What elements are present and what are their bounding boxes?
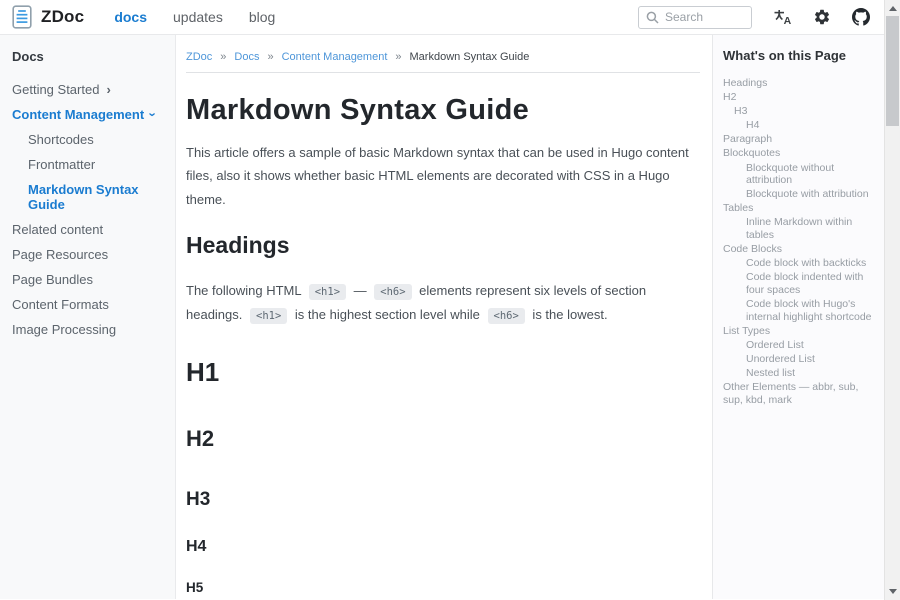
toc-item-blockquotes[interactable]: Blockquotes (723, 147, 880, 160)
intro-paragraph: This article offers a sample of basic Ma… (186, 141, 694, 211)
toc-item-code-block-with-backticks[interactable]: Code block with backticks (723, 257, 880, 270)
breadcrumb-zdoc[interactable]: ZDoc (186, 51, 212, 63)
toc-item-blockquote-without-attribution[interactable]: Blockquote without attribution (723, 162, 880, 187)
paragraph-text: — (350, 283, 370, 298)
sidebar-item-shortcodes[interactable]: Shortcodes (12, 127, 167, 152)
nav-item-updates[interactable]: updates (173, 9, 223, 25)
page: ZDoc docs updates blog A (0, 0, 884, 600)
sidebar-item-label: Page Bundles (12, 272, 93, 287)
sidebar-item-frontmatter[interactable]: Frontmatter (12, 152, 167, 177)
search-icon (646, 11, 659, 24)
heading-demos: H1H2H3H4H5H6 (186, 357, 700, 599)
settings-gear-icon[interactable] (813, 8, 831, 26)
sidebar-item-label: Page Resources (12, 247, 108, 262)
sidebar-item-image-processing[interactable]: Image Processing (12, 317, 167, 342)
sidebar-item-label: Image Processing (12, 322, 116, 337)
toc-item-list-types[interactable]: List Types (723, 325, 880, 338)
demo-heading-h5: H5 (186, 580, 700, 595)
toc-item-headings[interactable]: Headings (723, 77, 880, 90)
breadcrumb-separator: » (220, 51, 226, 63)
toc-item-h3[interactable]: H3 (723, 105, 880, 118)
top-right-controls: A (638, 6, 870, 29)
inline-code: <h6> (374, 284, 411, 300)
paragraph-text: is the highest section level while (291, 307, 483, 322)
docs-sidebar: Docs Getting Started›Content Management›… (0, 35, 176, 599)
demo-heading-h1: H1 (186, 357, 700, 388)
sidebar-item-label: Shortcodes (28, 132, 94, 147)
toc-item-tables[interactable]: Tables (723, 202, 880, 215)
inline-code: <h1> (309, 284, 346, 300)
sidebar-item-getting-started[interactable]: Getting Started › (12, 77, 167, 102)
inline-code: <h1> (250, 308, 287, 324)
sidebar-item-label: Frontmatter (28, 157, 95, 172)
breadcrumb-separator: » (267, 51, 273, 63)
chevron-right-icon: › (106, 83, 110, 96)
toc-item-unordered-list[interactable]: Unordered List (723, 353, 880, 366)
breadcrumb-docs[interactable]: Docs (234, 51, 259, 63)
scrollbar-thumb[interactable] (886, 16, 899, 126)
breadcrumb: ZDoc » Docs » Content Management » Markdown Sy… (186, 51, 700, 63)
toc-item-ordered-list[interactable]: Ordered List (723, 339, 880, 352)
toc-item-code-block-indented-with-four-spaces[interactable]: Code block indented with four spaces (723, 271, 880, 296)
toc-item-h4[interactable]: H4 (723, 119, 880, 132)
toc-item-inline-markdown-within-tables[interactable]: Inline Markdown within tables (723, 216, 880, 241)
toc-item-blockquote-with-attribution[interactable]: Blockquote with attribution (723, 188, 880, 201)
chevron-down-icon: › (147, 112, 160, 116)
sidebar-item-label: Content Formats (12, 297, 109, 312)
main-content: ZDoc » Docs » Content Management » Markdown Sy… (176, 35, 712, 599)
down-triangle-icon (889, 589, 897, 594)
sidebar-nav: Getting Started›Content Management›Short… (12, 77, 167, 342)
demo-heading-h2: H2 (186, 426, 700, 452)
paragraph-text: is the lowest. (529, 307, 608, 322)
sidebar-item-label: Related content (12, 222, 103, 237)
paragraph-text: The following HTML (186, 283, 305, 298)
top-nav: ZDoc docs updates blog A (0, 0, 884, 35)
toc-item-paragraph[interactable]: Paragraph (723, 133, 880, 146)
breadcrumb-separator: » (395, 51, 401, 63)
sidebar-item-page-resources[interactable]: Page Resources (12, 242, 167, 267)
toc-sidebar: What's on this Page HeadingsH2H3H4Paragr… (712, 35, 884, 599)
nav-item-blog[interactable]: blog (249, 9, 275, 25)
brand-title: ZDoc (41, 7, 84, 27)
top-nav-links: docs updates blog (114, 9, 275, 25)
sidebar-item-label: Markdown Syntax Guide (28, 182, 167, 212)
translate-icon[interactable]: A (773, 8, 792, 26)
vertical-scrollbar[interactable] (884, 0, 900, 600)
demo-heading-h4: H4 (186, 538, 700, 556)
inline-code: <h6> (488, 308, 525, 324)
brand-logo[interactable]: ZDoc (12, 5, 84, 29)
toc-item-code-block-with-hugo-s-internal-highlight-shortcode[interactable]: Code block with Hugo's internal highligh… (723, 298, 880, 323)
toc-title: What's on this Page (723, 48, 880, 63)
up-triangle-icon (889, 6, 897, 11)
toc-item-code-blocks[interactable]: Code Blocks (723, 243, 880, 256)
sidebar-item-related-content[interactable]: Related content (12, 217, 167, 242)
search-box[interactable] (638, 6, 752, 29)
sidebar-item-content-formats[interactable]: Content Formats (12, 292, 167, 317)
scrollbar-up-arrow[interactable] (885, 1, 900, 16)
sidebar-item-page-bundles[interactable]: Page Bundles (12, 267, 167, 292)
document-lines-icon (12, 5, 32, 29)
breadcrumb-divider (186, 72, 700, 73)
toc-item-h2[interactable]: H2 (723, 91, 880, 104)
nav-item-docs[interactable]: docs (114, 9, 147, 25)
sidebar-item-markdown-syntax-guide[interactable]: Markdown Syntax Guide (12, 177, 167, 217)
sidebar-item-label: Getting Started (12, 82, 99, 97)
toc-item-nested-list[interactable]: Nested list (723, 367, 880, 380)
sidebar-item-content-management[interactable]: Content Management› (12, 102, 167, 127)
scrollbar-down-arrow[interactable] (885, 584, 900, 599)
github-icon[interactable] (852, 8, 870, 26)
svg-text:A: A (784, 15, 792, 26)
page-title: Markdown Syntax Guide (186, 94, 700, 127)
sidebar-item-label: Content Management (12, 107, 144, 122)
toc-list: HeadingsH2H3H4ParagraphBlockquotes Blockq… (723, 77, 880, 406)
breadcrumb-markdown-syntax-guide: Markdown Syntax Guide (410, 51, 530, 63)
sidebar-title: Docs (12, 49, 167, 64)
toc-item-other-elements-abbr-sub-sup-kbd-mark[interactable]: Other Elements — abbr, sub, sup, kbd, ma… (723, 381, 880, 406)
headings-section-title: Headings (186, 232, 700, 259)
demo-heading-h3: H3 (186, 489, 700, 511)
search-input[interactable] (665, 10, 744, 24)
breadcrumb-content-management[interactable]: Content Management (282, 51, 388, 63)
headings-paragraph: The following HTML <h1> — <h6> elements … (186, 279, 694, 326)
